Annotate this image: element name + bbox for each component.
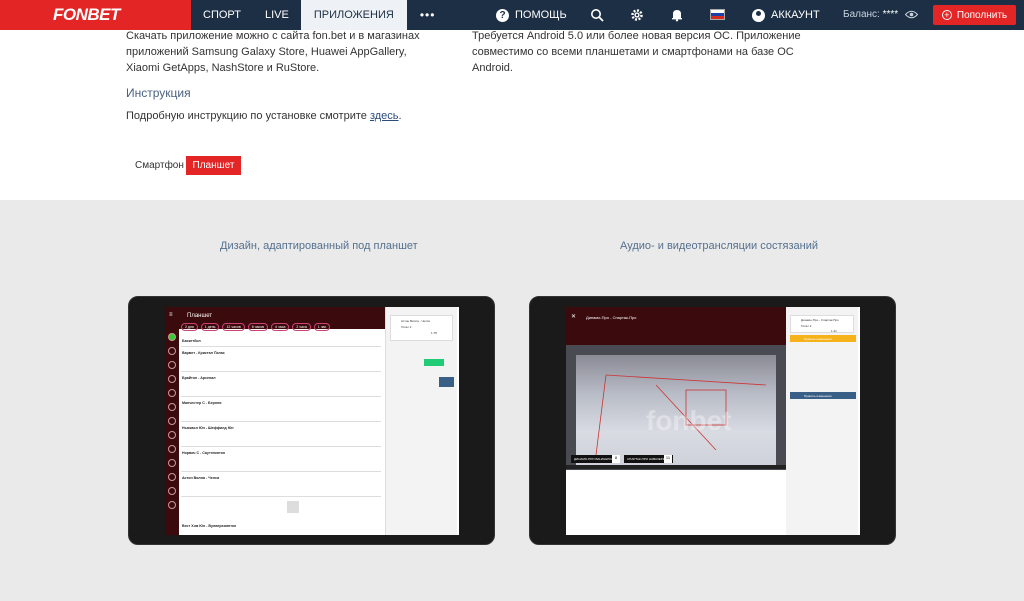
balance: Баланс: **** xyxy=(843,9,899,20)
instruction-title: Инструкция xyxy=(126,86,191,100)
topup-button[interactable]: + Пополнить xyxy=(933,5,1016,25)
fonbet-logo[interactable]: FONBET xyxy=(0,0,191,30)
accept-changes-button[interactable]: Принять изменения xyxy=(790,335,856,342)
gear-icon[interactable] xyxy=(630,8,644,22)
tablet-screen-design: ≡ Планшет 2 дня 1 день 12 часов 6 часов … xyxy=(165,307,459,535)
odds-bar xyxy=(566,470,786,482)
video-stream[interactable]: fonbet ДИНАМО-ПРО ВАНАЧЕРКАСТ 8 СПАРТАК-… xyxy=(566,345,786,470)
app-topbar: ≡ Планшет 2 дня 1 день 12 часов 6 часов … xyxy=(165,307,385,331)
plus-icon: + xyxy=(941,10,952,20)
feature-caption-streams: Аудио- и видеотрансляции состязаний xyxy=(620,240,818,252)
stream-title: Динамо-Про - Спартак-Про xyxy=(586,315,637,320)
eye-icon[interactable] xyxy=(905,10,918,19)
time-filter-pills: 2 дня 1 день 12 часов 6 часов 4 часа 2 ч… xyxy=(181,323,331,331)
close-icon[interactable]: ✕ xyxy=(571,313,576,320)
requirements-text: Требуется Android 5.0 или более новая ве… xyxy=(472,30,801,74)
place-bet-button[interactable]: Принять изменения xyxy=(790,392,856,399)
account-button[interactable]: АККАУНТ xyxy=(752,0,820,30)
nav-live[interactable]: LIVE xyxy=(253,0,301,30)
svg-text:fonbet: fonbet xyxy=(646,405,732,436)
search-icon[interactable] xyxy=(590,8,604,22)
tablet-screen-streams: ✕ Динамо-Про - Спартак-Про fonbet ДИНАМО… xyxy=(566,307,860,535)
help-icon: ? xyxy=(496,8,509,22)
menu-icon: ≡ xyxy=(169,312,173,318)
more-menu-button[interactable]: ••• xyxy=(407,0,449,30)
instruction-link[interactable]: здесь xyxy=(370,110,399,122)
feature-caption-design: Дизайн, адаптированный под планшет xyxy=(220,240,418,252)
bet-slip-panel: Астон Вилла - Челси Тотал 2 1.78 xyxy=(385,307,457,535)
tablet-mockup-design: ≡ Планшет 2 дня 1 день 12 часов 6 часов … xyxy=(128,296,495,545)
stream-topbar: ✕ Динамо-Про - Спартак-Про xyxy=(566,307,786,345)
app-title: Планшет xyxy=(187,313,213,319)
instruction-text: Подробную инструкцию по установке смотри… xyxy=(126,110,402,122)
tab-tablet[interactable]: Планшет xyxy=(186,156,241,175)
tab-smartphone[interactable]: Смартфон xyxy=(127,156,192,175)
help-link[interactable]: ? ПОМОЩЬ xyxy=(496,0,567,30)
tablet-mockup-streams: ✕ Динамо-Про - Спартак-Про fonbet ДИНАМО… xyxy=(529,296,896,545)
bell-icon[interactable] xyxy=(670,8,684,22)
flag-ru-icon[interactable] xyxy=(710,9,725,20)
nav-apps[interactable]: ПРИЛОЖЕНИЯ xyxy=(300,0,407,30)
sport-sidebar xyxy=(165,329,179,535)
bet-slip-panel-2: Динамо-Про - Спартак-Про Тотал 2 1.41 Пр… xyxy=(786,307,858,535)
user-icon xyxy=(752,8,765,22)
download-text: Скачать приложение можно с сайта fon.bet… xyxy=(126,30,420,74)
coupon-card: Астон Вилла - Челси Тотал 2 1.78 xyxy=(390,315,453,341)
nav-sport[interactable]: СПОРТ xyxy=(191,0,253,30)
